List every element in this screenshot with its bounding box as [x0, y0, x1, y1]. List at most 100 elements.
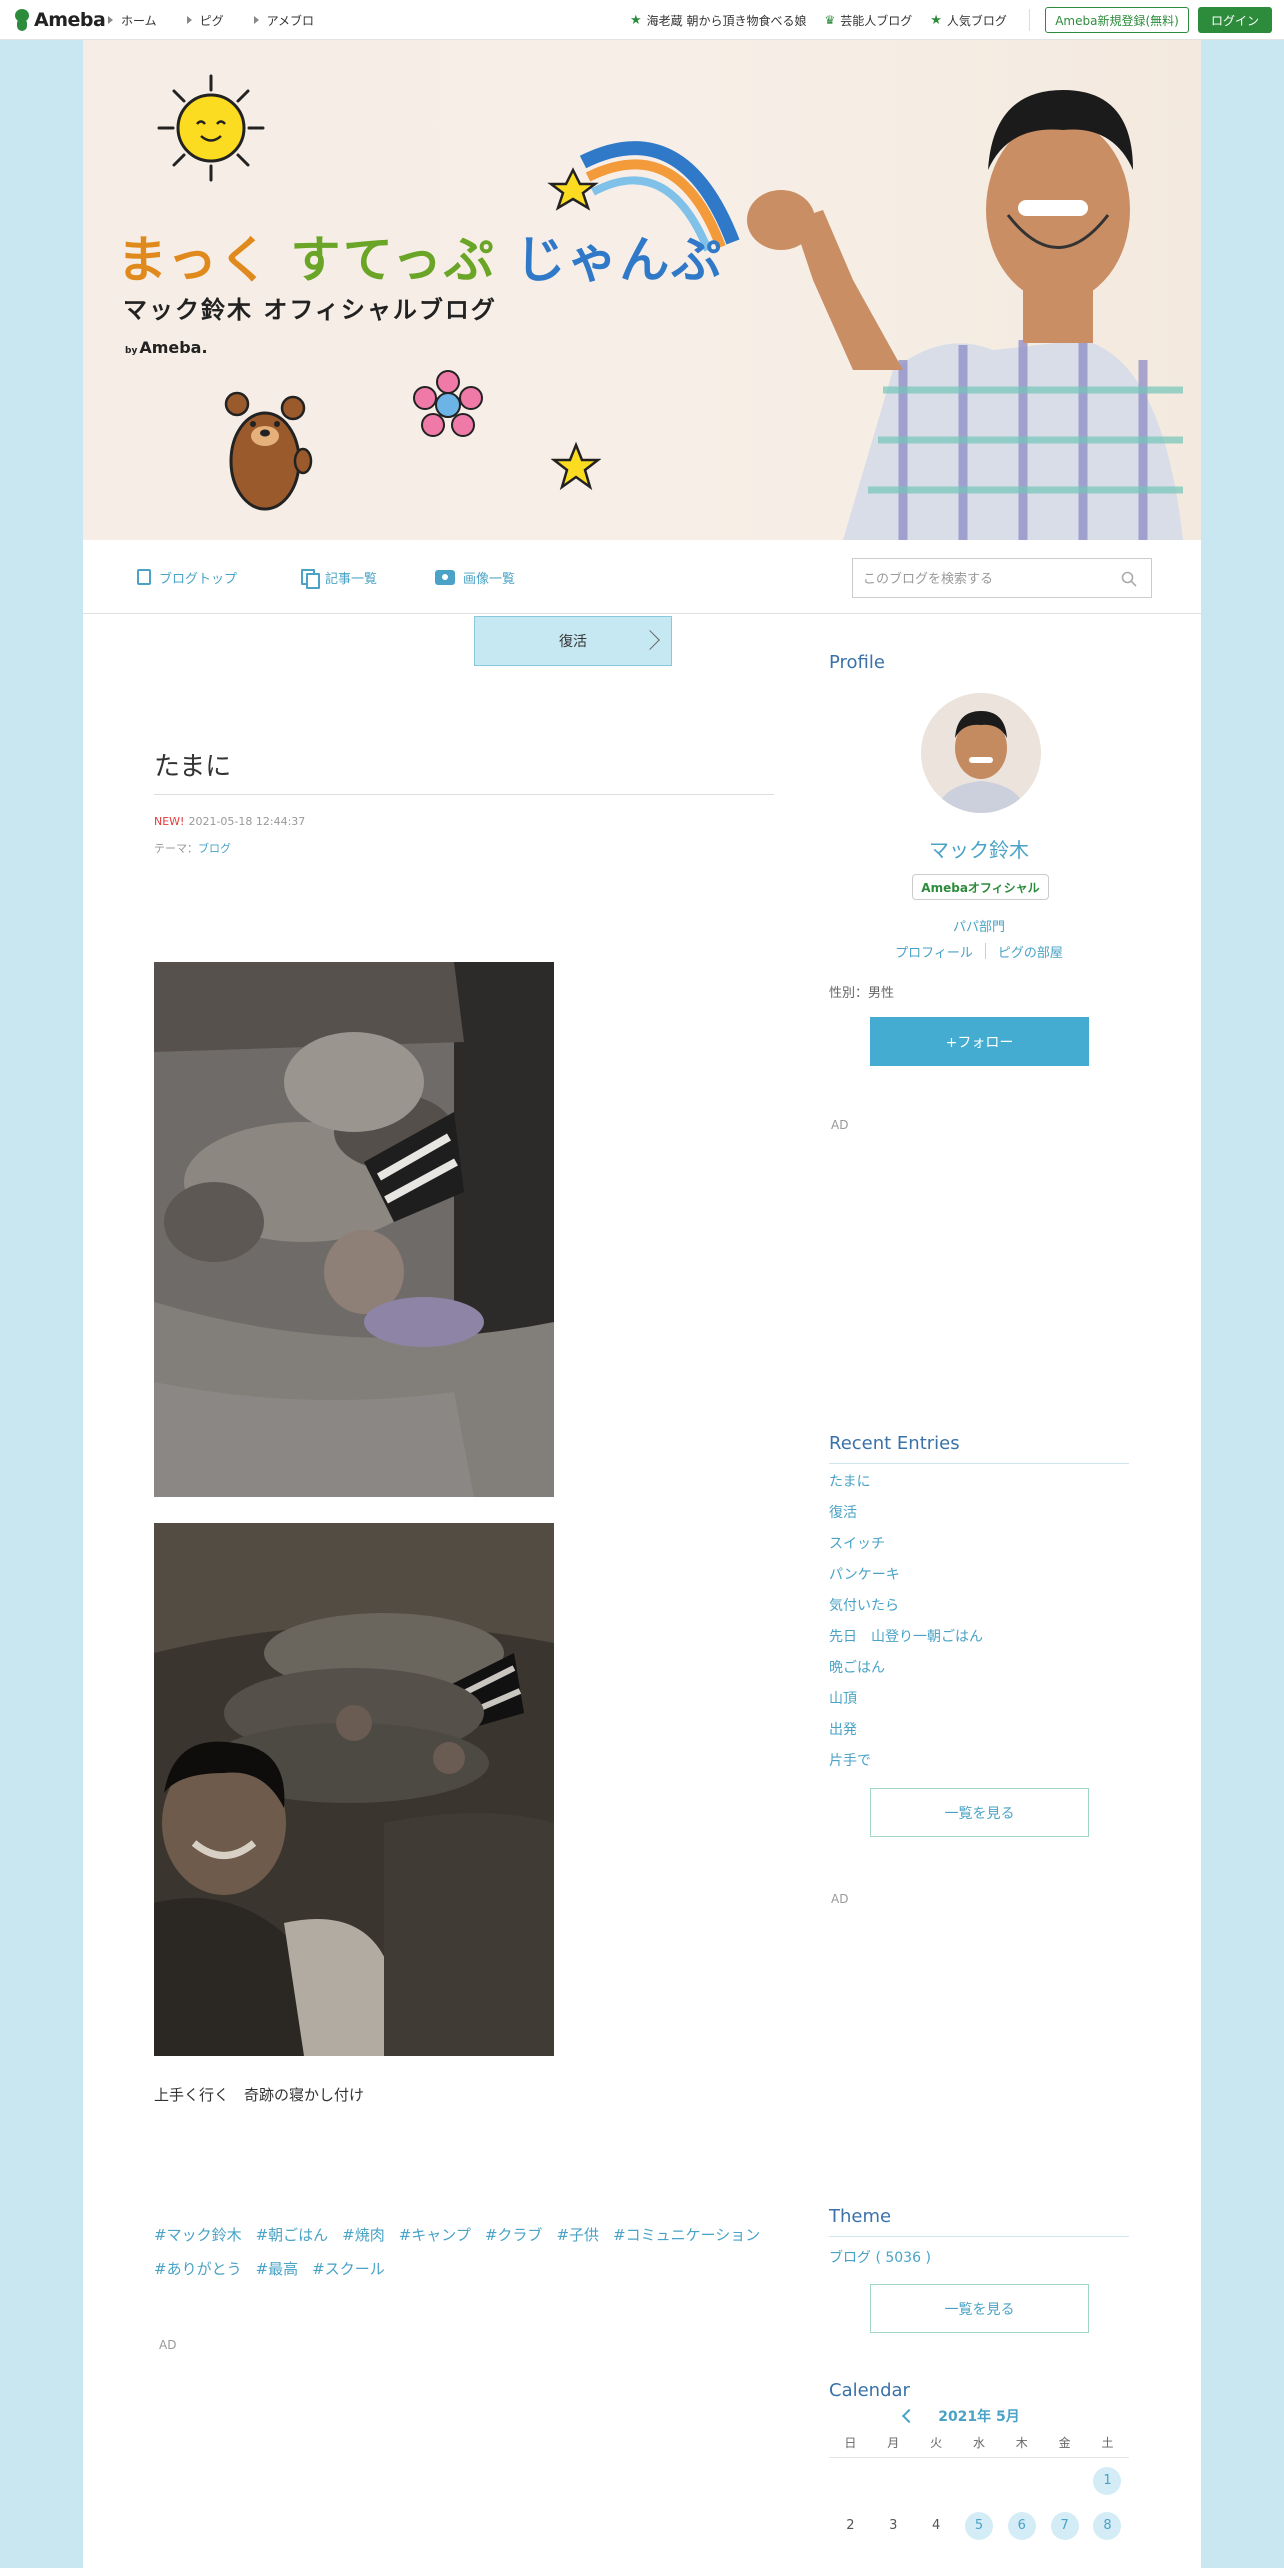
- profile-category-link[interactable]: パパ部門: [829, 916, 1129, 935]
- blog-search: [852, 558, 1152, 598]
- nav-ameblo[interactable]: アメブロ: [253, 12, 314, 29]
- photo-selfie-with-children: [154, 1523, 554, 2056]
- entry-photo-1[interactable]: [154, 962, 554, 1497]
- star-illustration: [551, 442, 601, 491]
- global-nav: ホーム ピグ アメブロ: [108, 0, 314, 40]
- theme-link[interactable]: ブログ ( 5036 ): [829, 2247, 931, 2267]
- recent-entries-list: たまに 復活 スイッチ パンケーキ 気付いたら 先日 山登り一朝ごはん 晩ごはん…: [829, 1467, 983, 1777]
- triangle-right-icon: [253, 16, 259, 24]
- weekday-label: 土: [1101, 2436, 1114, 2450]
- recent-entry-link[interactable]: 晩ごはん: [829, 1653, 983, 1684]
- triangle-right-icon: [108, 16, 113, 24]
- nav-pig[interactable]: ピグ: [186, 12, 224, 29]
- chevron-left-icon[interactable]: [902, 2408, 917, 2424]
- photo-sleeping-children: [154, 962, 554, 1497]
- profile-link[interactable]: プロフィール: [895, 942, 973, 961]
- hashtag-link[interactable]: #朝ごはん: [256, 2226, 329, 2244]
- blog-nav: ブログトップ 記事一覧 画像一覧: [83, 540, 1201, 614]
- star-icon: ★: [630, 12, 642, 28]
- weekday-label: 火: [930, 2436, 943, 2450]
- recent-entries-heading: Recent Entries: [829, 1433, 960, 1454]
- heading-divider: [829, 2236, 1129, 2237]
- search-icon[interactable]: [1121, 571, 1137, 587]
- trending-link-topic[interactable]: ★ 海老蔵 朝から頂き物食べる娘: [630, 12, 806, 29]
- trending-links: ★ 海老蔵 朝から頂き物食べる娘 ♛ 芸能人ブログ ★ 人気ブログ: [630, 0, 1007, 40]
- official-badge: Amebaオフィシャル: [912, 874, 1049, 900]
- blog-header-banner[interactable]: まっく すてっぷ じゃんぷ マック鈴木 オフィシャルブログ by Ameba.: [83, 40, 1201, 540]
- chevron-right-icon: [640, 630, 660, 650]
- ad-label: AD: [831, 1118, 849, 1132]
- recent-entry-link[interactable]: 気付いたら: [829, 1591, 983, 1622]
- nav-home[interactable]: ホーム: [108, 12, 157, 29]
- profile-avatar[interactable]: [921, 693, 1041, 813]
- hashtag-link[interactable]: #子供: [556, 2226, 599, 2244]
- calendar-day-link[interactable]: 5: [958, 2511, 1001, 2540]
- calendar-day-link[interactable]: 1: [1086, 2466, 1129, 2495]
- prev-entry-button[interactable]: 復活: [474, 616, 672, 666]
- nav-blog-top[interactable]: ブログトップ: [137, 566, 237, 588]
- hashtag-link[interactable]: #クラブ: [485, 2226, 543, 2244]
- header-portrait-photo: [747, 90, 1183, 540]
- hashtag-link[interactable]: #コミュニケーション: [613, 2226, 760, 2244]
- camera-icon: [435, 569, 455, 585]
- calendar-day-link[interactable]: 6: [1000, 2511, 1043, 2540]
- recent-entry-link[interactable]: 山頂: [829, 1684, 983, 1715]
- weekday-label: 日: [844, 2436, 857, 2450]
- recent-entry-link[interactable]: 出発: [829, 1715, 983, 1746]
- heading-divider: [829, 1463, 1129, 1464]
- profile-heading: Profile: [829, 652, 885, 673]
- recent-entry-link[interactable]: 復活: [829, 1498, 983, 1529]
- weekday-label: 月: [887, 2436, 900, 2450]
- hashtag-link[interactable]: #マック鈴木: [154, 2226, 242, 2244]
- login-button[interactable]: ログイン: [1198, 7, 1272, 33]
- calendar-month: 2021年 5月: [938, 2409, 1020, 2425]
- crown-icon: ♛: [824, 13, 836, 27]
- theme-see-all-button[interactable]: 一覧を見る: [870, 2284, 1089, 2333]
- calendar-day-link[interactable]: 7: [1043, 2511, 1086, 2540]
- entry-theme-link[interactable]: ブログ: [198, 842, 231, 855]
- calendar-day-link[interactable]: 8: [1086, 2511, 1129, 2540]
- calendar-grid: 日 月 火 水 木 金 土 1 2 3 4 5 6 7 8: [829, 2428, 1129, 2548]
- entry-hashtags: #マック鈴木 #朝ごはん #焼肉 #キャンプ #クラブ #子供 #コミュニケーション #ありが…: [154, 2218, 779, 2286]
- trending-link-popular-blogs[interactable]: ★ 人気ブログ: [930, 12, 1007, 29]
- entry-photo-2[interactable]: [154, 1523, 554, 2056]
- recent-see-all-button[interactable]: 一覧を見る: [870, 1788, 1089, 1837]
- profile-links: プロフィール ピグの部屋: [829, 942, 1129, 961]
- entry-title[interactable]: たまに: [154, 746, 231, 783]
- nav-image-list[interactable]: 画像一覧: [435, 566, 515, 588]
- recent-entry-link[interactable]: 先日 山登り一朝ごはん: [829, 1622, 983, 1653]
- hashtag-link[interactable]: #ありがとう: [154, 2260, 242, 2278]
- hashtag-link[interactable]: #焼肉: [342, 2226, 385, 2244]
- new-badge: NEW!: [154, 815, 185, 828]
- entry-theme: テーマ：ブログ: [154, 842, 231, 855]
- weekday-label: 金: [1058, 2436, 1071, 2450]
- calendar-day: 2: [846, 2518, 855, 2533]
- title-divider: [154, 794, 774, 795]
- recent-entry-link[interactable]: パンケーキ: [829, 1560, 983, 1591]
- pig-room-link[interactable]: ピグの部屋: [998, 942, 1063, 961]
- entry-body-text: 上手く行く 奇跡の寝かし付け: [154, 2086, 365, 2104]
- calendar-weekday-row: 日 月 火 水 木 金 土: [829, 2428, 1129, 2458]
- recent-entry-link[interactable]: スイッチ: [829, 1529, 983, 1560]
- hashtag-link[interactable]: #キャンプ: [399, 2226, 471, 2244]
- calendar-week-row: 2 3 4 5 6 7 8: [829, 2503, 1129, 2548]
- header-divider: [1029, 9, 1030, 31]
- avatar-photo: [921, 693, 1041, 813]
- recent-entry-link[interactable]: たまに: [829, 1467, 983, 1498]
- entry-datetime: 2021-05-18 12:44:37: [188, 815, 306, 828]
- nav-entry-list[interactable]: 記事一覧: [301, 566, 377, 589]
- ameba-global-header: Ameba ホーム ピグ アメブロ ★ 海老蔵 朝から頂き物食べる娘 ♛ 芸能人ブロ…: [0, 0, 1284, 40]
- ameba-logo[interactable]: Ameba: [12, 6, 106, 34]
- hashtag-link[interactable]: #最高: [256, 2260, 299, 2278]
- register-button[interactable]: Ameba新規登録(無料): [1045, 7, 1189, 33]
- search-input[interactable]: [863, 568, 1103, 590]
- follow-button[interactable]: +フォロー: [870, 1017, 1089, 1066]
- banner-subtitle: マック鈴木 オフィシャルブログ: [123, 296, 497, 324]
- sun-illustration: [157, 74, 265, 182]
- recent-entry-link[interactable]: 片手で: [829, 1746, 983, 1777]
- banner-by-ameba: by Ameba.: [125, 338, 208, 357]
- trending-link-celebrity-blogs[interactable]: ♛ 芸能人ブログ: [824, 12, 912, 29]
- hashtag-link[interactable]: #スクール: [312, 2260, 385, 2278]
- copy-icon: [301, 569, 320, 589]
- profile-name[interactable]: マック鈴木: [829, 834, 1129, 863]
